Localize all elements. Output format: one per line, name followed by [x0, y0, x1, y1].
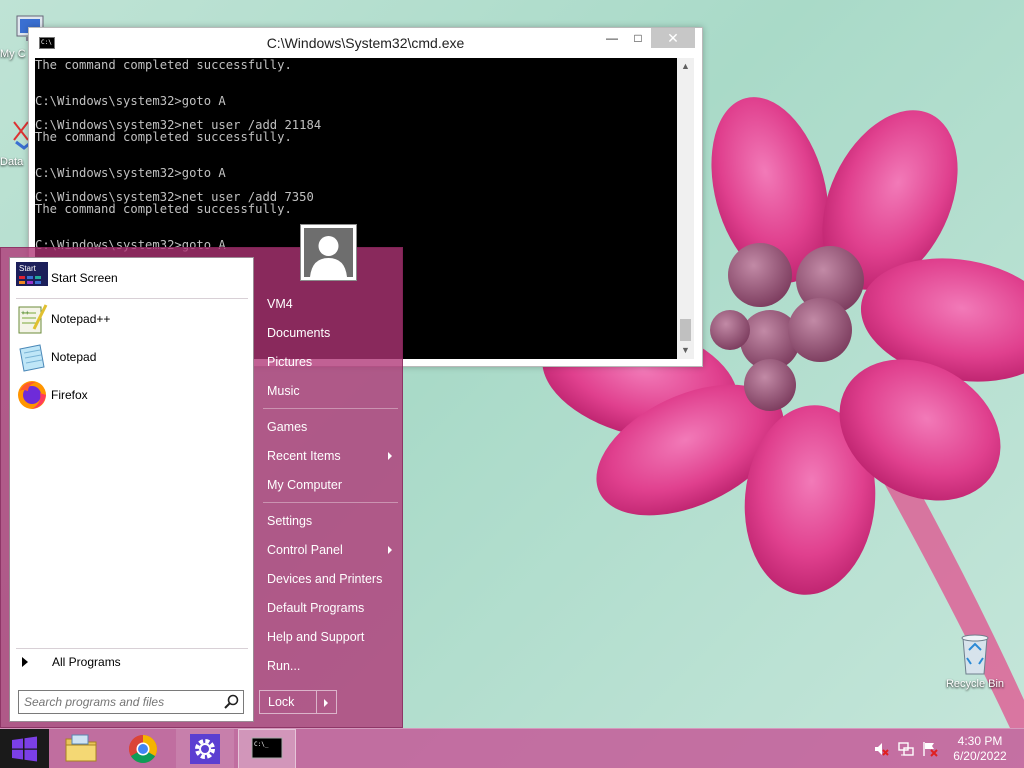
divider	[263, 502, 398, 503]
close-button[interactable]: ✕	[651, 28, 695, 48]
console-line: C:\Windows\system32>goto A	[35, 94, 226, 108]
start-item-start-screen[interactable]: Start Start Screen	[16, 260, 246, 296]
command-prompt-icon: C:\_	[251, 737, 283, 759]
recycle-bin-icon	[961, 634, 989, 675]
start-item-label: Firefox	[51, 388, 88, 402]
taskbar: C:\_ 4:30 PM 6/20/2022	[0, 728, 1024, 768]
divider	[16, 648, 248, 649]
start-place-label: Documents	[267, 326, 331, 340]
start-place-default-programs[interactable]: Default Programs	[259, 595, 398, 621]
scrollbar-thumb[interactable]	[680, 319, 691, 341]
windows-logo-icon	[12, 736, 37, 762]
expand-arrow-icon	[22, 657, 28, 667]
start-place-pictures[interactable]: Pictures	[259, 349, 398, 375]
minimize-button[interactable]: —	[599, 28, 625, 48]
divider	[263, 408, 398, 409]
start-place-devices-and-printers[interactable]: Devices and Printers	[259, 566, 398, 592]
submenu-arrow-icon	[388, 546, 392, 554]
lock-button-label[interactable]: Lock	[260, 691, 317, 713]
desktop-icon-label: Recycle Bin	[945, 678, 1005, 690]
start-place-music[interactable]: Music	[259, 378, 398, 404]
system-clock[interactable]: 4:30 PM 6/20/2022	[942, 734, 1018, 764]
start-item-notepad-plus-plus[interactable]: ++ Notepad++	[16, 301, 246, 337]
lock-button[interactable]: Lock	[259, 690, 337, 714]
start-place-vm4[interactable]: VM4	[259, 291, 398, 317]
svg-text:++: ++	[21, 310, 29, 317]
console-line: The command completed successfully.	[35, 58, 292, 72]
desktop-icon-recycle-bin[interactable]: Recycle Bin	[940, 630, 1010, 690]
user-avatar-icon	[304, 228, 353, 277]
start-place-my-computer[interactable]: My Computer	[259, 472, 398, 498]
taskbar-command-prompt[interactable]: C:\_	[238, 729, 296, 768]
start-place-documents[interactable]: Documents	[259, 320, 398, 346]
start-place-label: Run...	[267, 659, 301, 673]
start-item-notepad[interactable]: Notepad	[16, 339, 246, 375]
search-input[interactable]	[24, 692, 221, 712]
console-scrollbar[interactable]: ▲ ▼	[677, 58, 694, 359]
cmd-titlebar[interactable]: C:\ C:\Windows\System32\cmd.exe — □ ✕	[29, 28, 702, 58]
start-item-label: Notepad++	[51, 312, 111, 326]
clock-time: 4:30 PM	[957, 734, 1003, 748]
all-programs-label: All Programs	[52, 655, 121, 669]
start-place-run[interactable]: Run...	[259, 653, 398, 679]
console-line: The command completed successfully.	[35, 202, 292, 216]
all-programs-button[interactable]: All Programs	[16, 652, 246, 672]
taskbar-chrome[interactable]	[114, 729, 172, 768]
start-place-label: Default Programs	[267, 601, 365, 615]
notepad-icon	[16, 341, 48, 373]
submenu-arrow-icon	[388, 452, 392, 460]
search-programs-box[interactable]	[18, 690, 244, 714]
scroll-down-arrow-icon[interactable]: ▼	[677, 342, 694, 359]
start-place-label: My Computer	[267, 478, 343, 492]
divider	[16, 298, 248, 299]
start-place-label: Control Panel	[267, 543, 343, 557]
start-item-label: Notepad	[51, 350, 97, 364]
taskbar-file-explorer[interactable]	[52, 729, 110, 768]
start-place-label: Music	[267, 384, 300, 398]
taskbar-settings[interactable]	[176, 729, 234, 768]
start-item-label: Start Screen	[51, 271, 118, 285]
notepad-plus-plus-icon: ++	[16, 303, 48, 335]
svg-text:C:\_: C:\_	[254, 741, 269, 748]
firefox-icon	[16, 379, 48, 411]
start-place-help-and-support[interactable]: Help and Support	[259, 624, 398, 650]
start-place-recent-items[interactable]: Recent Items	[259, 443, 398, 469]
start-item-firefox[interactable]: Firefox	[16, 377, 246, 413]
maximize-button[interactable]: □	[625, 28, 651, 48]
start-place-label: Games	[267, 420, 308, 434]
chrome-icon	[129, 735, 157, 763]
shutdown-options-arrow-icon[interactable]	[317, 691, 336, 713]
start-place-label: Devices and Printers	[267, 572, 383, 586]
clock-date: 6/20/2022	[953, 749, 1007, 763]
desktop-icon-label: Data	[0, 156, 24, 168]
user-account-picture[interactable]	[300, 224, 357, 281]
start-screen-icon-text: Start	[19, 264, 37, 273]
start-place-settings[interactable]: Settings	[259, 508, 398, 534]
gear-icon	[190, 734, 220, 764]
start-place-control-panel[interactable]: Control Panel	[259, 537, 398, 563]
network-icon[interactable]	[898, 741, 914, 757]
folder-icon	[65, 734, 97, 762]
start-place-label: Pictures	[267, 355, 313, 369]
start-place-games[interactable]: Games	[259, 414, 398, 440]
start-button[interactable]	[0, 729, 49, 768]
start-screen-icon: Start	[16, 262, 48, 294]
start-place-label: VM4	[267, 297, 293, 311]
console-line: C:\Windows\system32>goto A	[35, 166, 226, 180]
volume-muted-icon[interactable]	[873, 741, 889, 757]
start-menu: Start Start Screen ++ Notepad++ Notepad …	[0, 224, 403, 728]
scroll-up-arrow-icon[interactable]: ▲	[677, 58, 694, 75]
desktop-icon-label: My C	[0, 48, 26, 60]
start-menu-programs-pane: Start Start Screen ++ Notepad++ Notepad …	[9, 257, 254, 722]
start-place-label: Help and Support	[267, 630, 365, 644]
start-place-label: Recent Items	[267, 449, 341, 463]
action-center-flag-icon[interactable]	[922, 741, 938, 757]
search-icon[interactable]	[221, 691, 243, 713]
start-place-label: Settings	[267, 514, 313, 528]
console-line: The command completed successfully.	[35, 130, 292, 144]
